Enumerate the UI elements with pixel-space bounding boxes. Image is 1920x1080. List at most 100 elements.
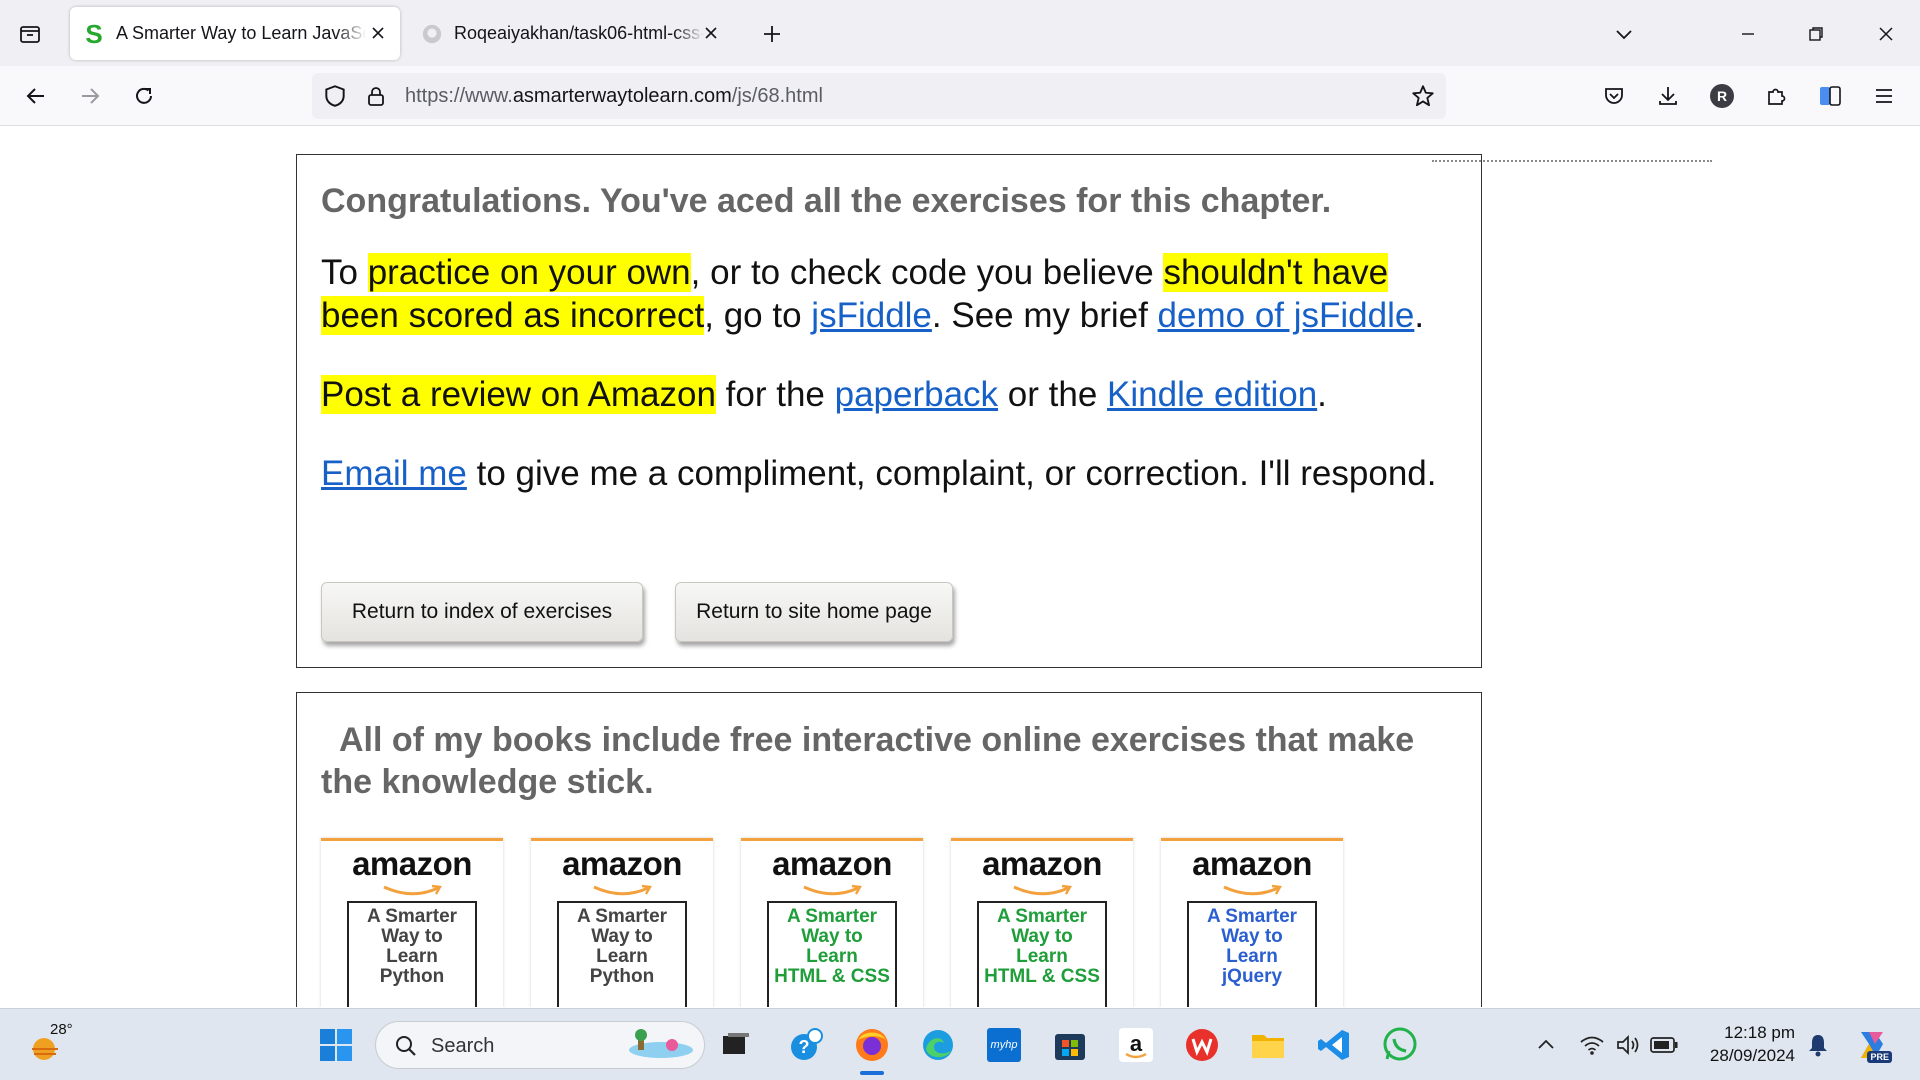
navigation-toolbar: https://www.asmarterwaytolearn.com/js/68…	[0, 66, 1920, 126]
book-thumbnail[interactable]: amazon A Smarter Way to Learn Python	[321, 838, 503, 1007]
book-cover: A Smarter Way to Learn Python	[347, 901, 477, 1007]
lock-icon[interactable]	[364, 83, 388, 114]
amazon-logo: amazon	[562, 845, 682, 882]
highlight-text: Post a review on Amazon	[321, 375, 716, 414]
book-title-line: Learn	[1226, 946, 1278, 967]
microsoft-store-icon[interactable]	[1050, 1025, 1090, 1065]
tab-close-icon[interactable]	[366, 21, 390, 45]
book-title-line: A Smarter	[576, 906, 668, 927]
tab-strip: S A Smarter Way to Learn JavaScr Roqeaiy…	[0, 0, 1920, 66]
book-cover: A Smarter Way to Learn jQuery	[1187, 901, 1317, 1007]
tracking-protection-shield-icon[interactable]	[322, 83, 348, 114]
book-title-line: HTML & CSS	[984, 966, 1100, 987]
task-view-icon[interactable]	[716, 1025, 756, 1065]
minimize-icon[interactable]	[1728, 14, 1768, 54]
volume-icon[interactable]	[1608, 1025, 1648, 1065]
taskbar-search-box[interactable]: Search	[375, 1021, 705, 1069]
profile-initial: R	[1716, 88, 1728, 104]
system-clock[interactable]: 12:18 pm 28/09/2024	[1710, 1021, 1795, 1067]
congrats-heading: Congratulations. You've aced all the exe…	[321, 182, 1332, 220]
book-thumbnail[interactable]: amazon A Smarter Way to Learn HTML & CSS	[741, 838, 923, 1007]
tab-title: Roqeaiyakhan/task06-html-css-	[454, 23, 704, 43]
email-me-link[interactable]: Email me	[321, 454, 467, 493]
jsfiddle-link[interactable]: jsFiddle	[811, 296, 932, 335]
back-arrow-icon[interactable]	[18, 78, 54, 114]
edge-icon[interactable]	[918, 1025, 958, 1065]
paperback-link[interactable]: paperback	[835, 375, 998, 414]
battery-icon[interactable]	[1644, 1025, 1684, 1065]
firefox-icon[interactable]	[852, 1025, 892, 1075]
bookmark-star-icon[interactable]	[1410, 83, 1436, 114]
book-title-line: Learn	[1016, 946, 1068, 967]
myhp-icon[interactable]: myhp	[984, 1025, 1024, 1065]
book-title-line: Way to	[591, 926, 653, 947]
amazon-logo: amazon	[982, 845, 1102, 882]
help-tips-icon[interactable]: ?	[786, 1025, 826, 1065]
downloads-icon[interactable]	[1650, 78, 1686, 114]
book-cover: A Smarter Way to Learn HTML & CSS	[767, 901, 897, 1007]
book-title-line: Way to	[1011, 926, 1073, 947]
github-icon	[420, 22, 444, 46]
copilot-icon[interactable]: PRE	[1852, 1025, 1892, 1065]
books-heading: All of my books include free interactive…	[321, 721, 1415, 801]
kindle-edition-link[interactable]: Kindle edition	[1107, 375, 1317, 414]
restore-icon[interactable]	[1796, 14, 1836, 54]
wifi-icon[interactable]	[1572, 1025, 1612, 1065]
book-title-line: Python	[379, 966, 445, 987]
windows-start-icon[interactable]	[316, 1025, 356, 1065]
vscode-icon[interactable]	[1314, 1025, 1354, 1065]
copilot-badge: PRE	[1867, 1051, 1892, 1063]
myhp-label: myhp	[990, 1039, 1018, 1051]
book-title-line: A Smarter	[786, 906, 878, 927]
book-title-line: HTML & CSS	[774, 966, 890, 987]
wps-office-icon[interactable]	[1182, 1025, 1222, 1065]
return-to-index-button[interactable]: Return to index of exercises	[321, 582, 643, 642]
file-explorer-icon[interactable]	[1248, 1025, 1288, 1065]
amazon-logo: amazon	[1192, 845, 1312, 882]
whatsapp-icon[interactable]	[1380, 1025, 1420, 1065]
book-title-line: A Smarter	[996, 906, 1088, 927]
clock-date: 28/09/2024	[1709, 1046, 1795, 1065]
close-window-icon[interactable]	[1866, 14, 1906, 54]
pocket-icon[interactable]	[1596, 78, 1632, 114]
forward-arrow-icon[interactable]	[72, 78, 108, 114]
translate-extension-icon[interactable]	[1812, 78, 1848, 114]
return-to-home-button[interactable]: Return to site home page	[675, 582, 953, 642]
amazon-app-icon[interactable]: a	[1116, 1025, 1156, 1065]
congrats-box: Congratulations. You've aced all the exe…	[296, 154, 1482, 668]
highlight-text: practice on your own	[367, 253, 691, 292]
book-cover: A Smarter Way to Learn HTML & CSS	[977, 901, 1107, 1007]
demo-jsfiddle-link[interactable]: demo of jsFiddle	[1158, 296, 1415, 335]
amazon-logo: amazon	[772, 845, 892, 882]
weather-temperature: 28°	[50, 1021, 73, 1038]
search-highlight-icon	[626, 1028, 696, 1067]
notification-bell-icon[interactable]	[1798, 1025, 1838, 1065]
svg-text:?: ?	[799, 1037, 810, 1057]
book-thumbnail[interactable]: amazon A Smarter Way to Learn jQuery	[1161, 838, 1343, 1007]
tab-title: A Smarter Way to Learn JavaScr	[116, 23, 366, 43]
address-bar[interactable]: https://www.asmarterwaytolearn.com/js/68…	[312, 73, 1446, 119]
tab-asmarterway[interactable]: S A Smarter Way to Learn JavaScr	[70, 7, 400, 60]
show-hidden-icons-chevron[interactable]	[1526, 1025, 1566, 1065]
extensions-puzzle-icon[interactable]	[1758, 78, 1794, 114]
book-title-line: Learn	[806, 946, 858, 967]
tab-github[interactable]: Roqeaiyakhan/task06-html-css-	[408, 7, 733, 60]
book-title-line: jQuery	[1221, 966, 1283, 987]
reload-icon[interactable]	[126, 78, 162, 114]
search-icon	[394, 1034, 418, 1063]
review-paragraph: Post a review on Amazon for the paperbac…	[321, 375, 1327, 414]
list-all-tabs-chevron-icon[interactable]	[1604, 14, 1644, 54]
book-title-line: A Smarter	[1206, 906, 1298, 927]
hamburger-menu-icon[interactable]	[1866, 78, 1902, 114]
new-tab-plus-icon[interactable]	[756, 18, 788, 50]
profile-avatar[interactable]: R	[1704, 78, 1740, 114]
book-thumbnail[interactable]: amazon A Smarter Way to Learn Python	[531, 838, 713, 1007]
tab-close-icon[interactable]	[699, 21, 723, 45]
active-app-indicator	[860, 1071, 884, 1075]
search-label: Search	[431, 1035, 495, 1057]
tab-list-icon[interactable]	[14, 18, 46, 50]
book-thumbnail[interactable]: amazon A Smarter Way to Learn HTML & CSS	[951, 838, 1133, 1007]
book-title-line: A Smarter	[366, 906, 458, 927]
books-box: All of my books include free interactive…	[296, 692, 1482, 1007]
book-title-line: Way to	[1221, 926, 1283, 947]
